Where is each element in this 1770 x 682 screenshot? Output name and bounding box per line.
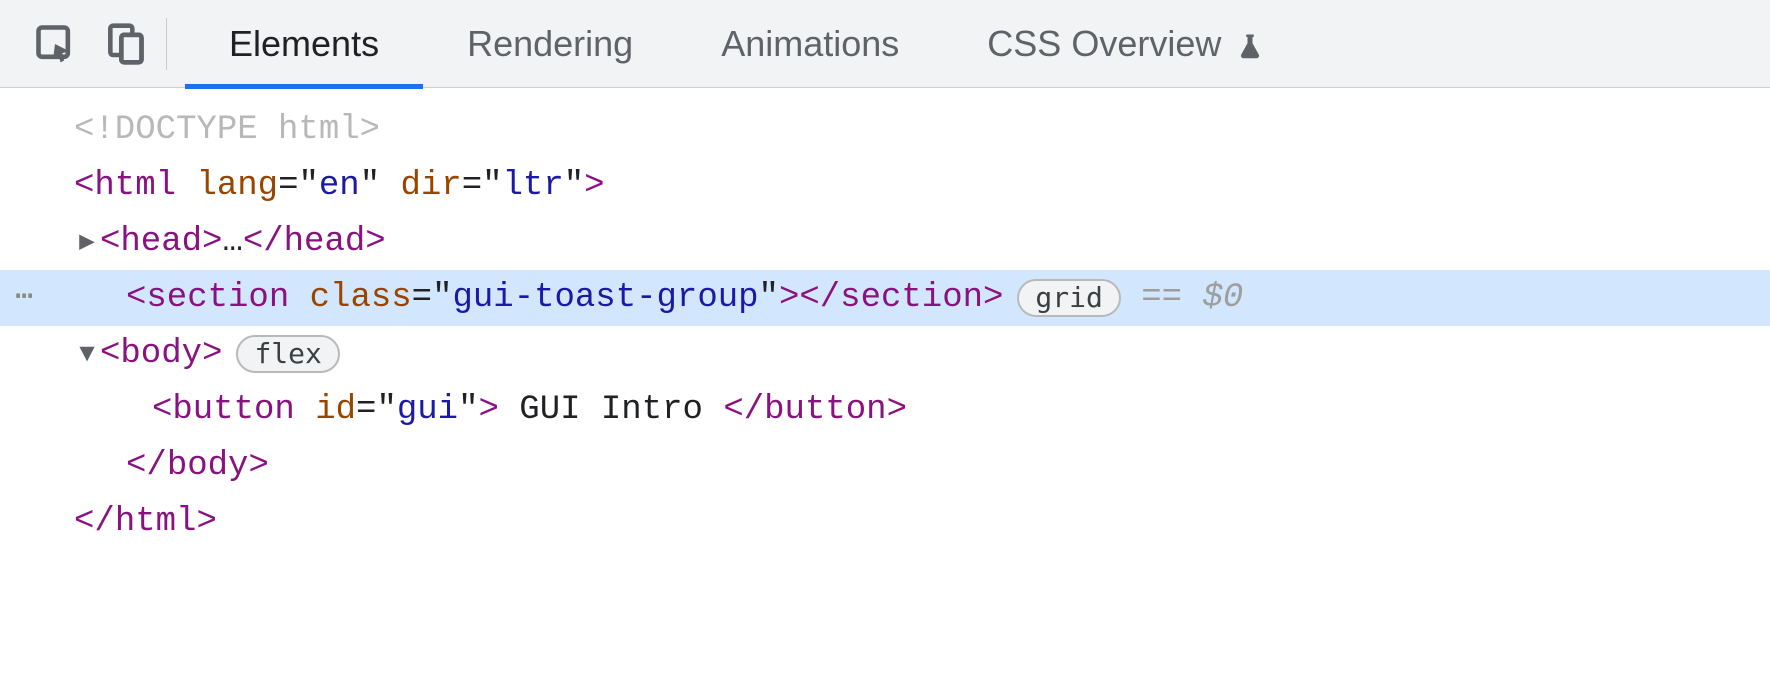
- tab-label: CSS Overview: [987, 23, 1221, 65]
- dom-line-body-close[interactable]: </body>: [0, 438, 1770, 494]
- experiment-flask-icon: [1235, 29, 1265, 59]
- dom-line-html-open[interactable]: <html lang="en" dir="ltr">: [0, 158, 1770, 214]
- dom-line-html-close[interactable]: </html>: [0, 494, 1770, 550]
- expand-toggle-expanded-icon[interactable]: ▼: [74, 326, 100, 382]
- elements-dom-tree[interactable]: <!DOCTYPE html> <html lang="en" dir="ltr…: [0, 88, 1770, 550]
- dom-line-doctype[interactable]: <!DOCTYPE html>: [0, 102, 1770, 158]
- more-actions-icon[interactable]: ⋯: [0, 270, 48, 326]
- devtools-tabbar: Elements Rendering Animations CSS Overvi…: [0, 0, 1770, 88]
- tabbar-divider: [166, 18, 167, 70]
- tab-label: Animations: [721, 23, 899, 65]
- dom-line-head[interactable]: ▶ <head>…</head>: [0, 214, 1770, 270]
- tab-label: Rendering: [467, 23, 633, 65]
- expand-toggle-collapsed-icon[interactable]: ▶: [74, 214, 100, 270]
- dom-line-button[interactable]: <button id="gui"> GUI Intro </button>: [0, 382, 1770, 438]
- dom-line-section-selected[interactable]: ⋯ <section class="gui-toast-group"></sec…: [0, 270, 1770, 326]
- tab-rendering[interactable]: Rendering: [423, 0, 677, 88]
- tab-elements[interactable]: Elements: [185, 0, 423, 88]
- layout-badge-grid[interactable]: grid: [1017, 279, 1120, 317]
- doctype-text: <!DOCTYPE html>: [74, 102, 380, 158]
- tab-label: Elements: [229, 23, 379, 65]
- console-ref: $0: [1202, 270, 1243, 326]
- layout-badge-flex[interactable]: flex: [236, 335, 339, 373]
- inspect-element-icon[interactable]: [20, 0, 90, 88]
- tab-animations[interactable]: Animations: [677, 0, 943, 88]
- dom-line-body-open[interactable]: ▼ <body> flex: [0, 326, 1770, 382]
- device-toggle-icon[interactable]: [90, 0, 160, 88]
- tab-css-overview[interactable]: CSS Overview: [943, 0, 1309, 88]
